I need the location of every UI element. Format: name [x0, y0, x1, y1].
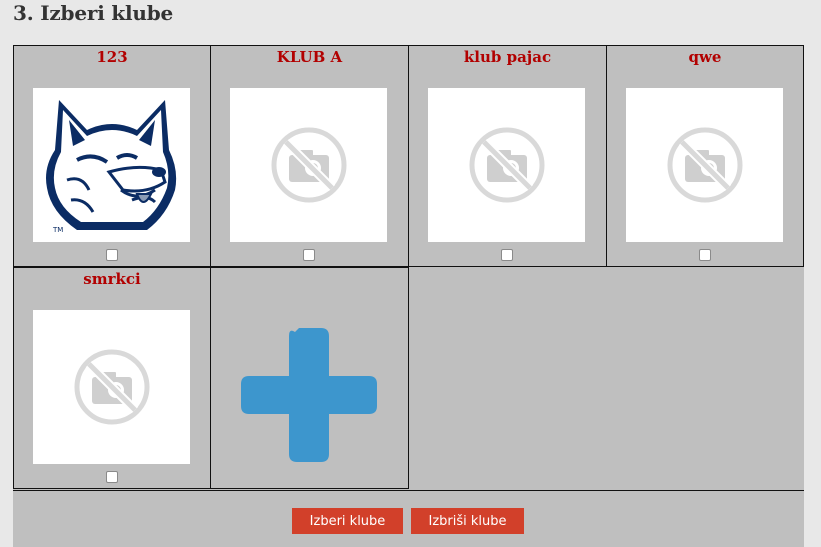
add-club-button[interactable] — [210, 267, 409, 489]
club-checkbox[interactable] — [699, 249, 711, 261]
club-checkbox[interactable] — [501, 249, 513, 261]
page-title: 3. Izberi klube — [13, 1, 174, 25]
footer-actions: Izberi klube Izbriši klube — [13, 490, 804, 547]
select-clubs-button[interactable]: Izberi klube — [292, 508, 403, 534]
club-name: 123 — [96, 48, 128, 66]
club-logo[interactable] — [230, 88, 387, 242]
club-name: smrkci — [83, 270, 141, 288]
club-logo[interactable] — [33, 310, 190, 464]
club-logo[interactable]: TM — [33, 88, 190, 242]
club-card[interactable]: KLUB A — [210, 45, 409, 267]
club-name: klub pajac — [463, 48, 552, 66]
club-card[interactable]: 123 TM — [13, 45, 211, 267]
club-checkbox[interactable] — [303, 249, 315, 261]
club-card[interactable]: klub pajac — [408, 45, 607, 267]
club-grid: 123 TM KLUB A klub pajac qwe smrkci — [13, 45, 804, 490]
club-name: KLUB A — [276, 48, 343, 66]
husky-logo-icon: TM — [45, 100, 176, 234]
delete-clubs-button[interactable]: Izbriši klube — [411, 508, 524, 534]
club-logo[interactable] — [428, 88, 585, 242]
no-photo-icon — [469, 127, 544, 203]
no-photo-icon — [271, 127, 346, 203]
no-photo-icon — [667, 127, 742, 203]
club-logo[interactable] — [626, 88, 783, 242]
no-photo-icon — [74, 349, 149, 425]
club-name: qwe — [688, 48, 722, 66]
club-checkbox[interactable] — [106, 249, 118, 261]
club-card[interactable]: smrkci — [13, 267, 211, 489]
svg-text:TM: TM — [52, 226, 63, 234]
plus-icon — [241, 328, 377, 462]
club-card[interactable]: qwe — [606, 45, 804, 267]
club-checkbox[interactable] — [106, 471, 118, 483]
